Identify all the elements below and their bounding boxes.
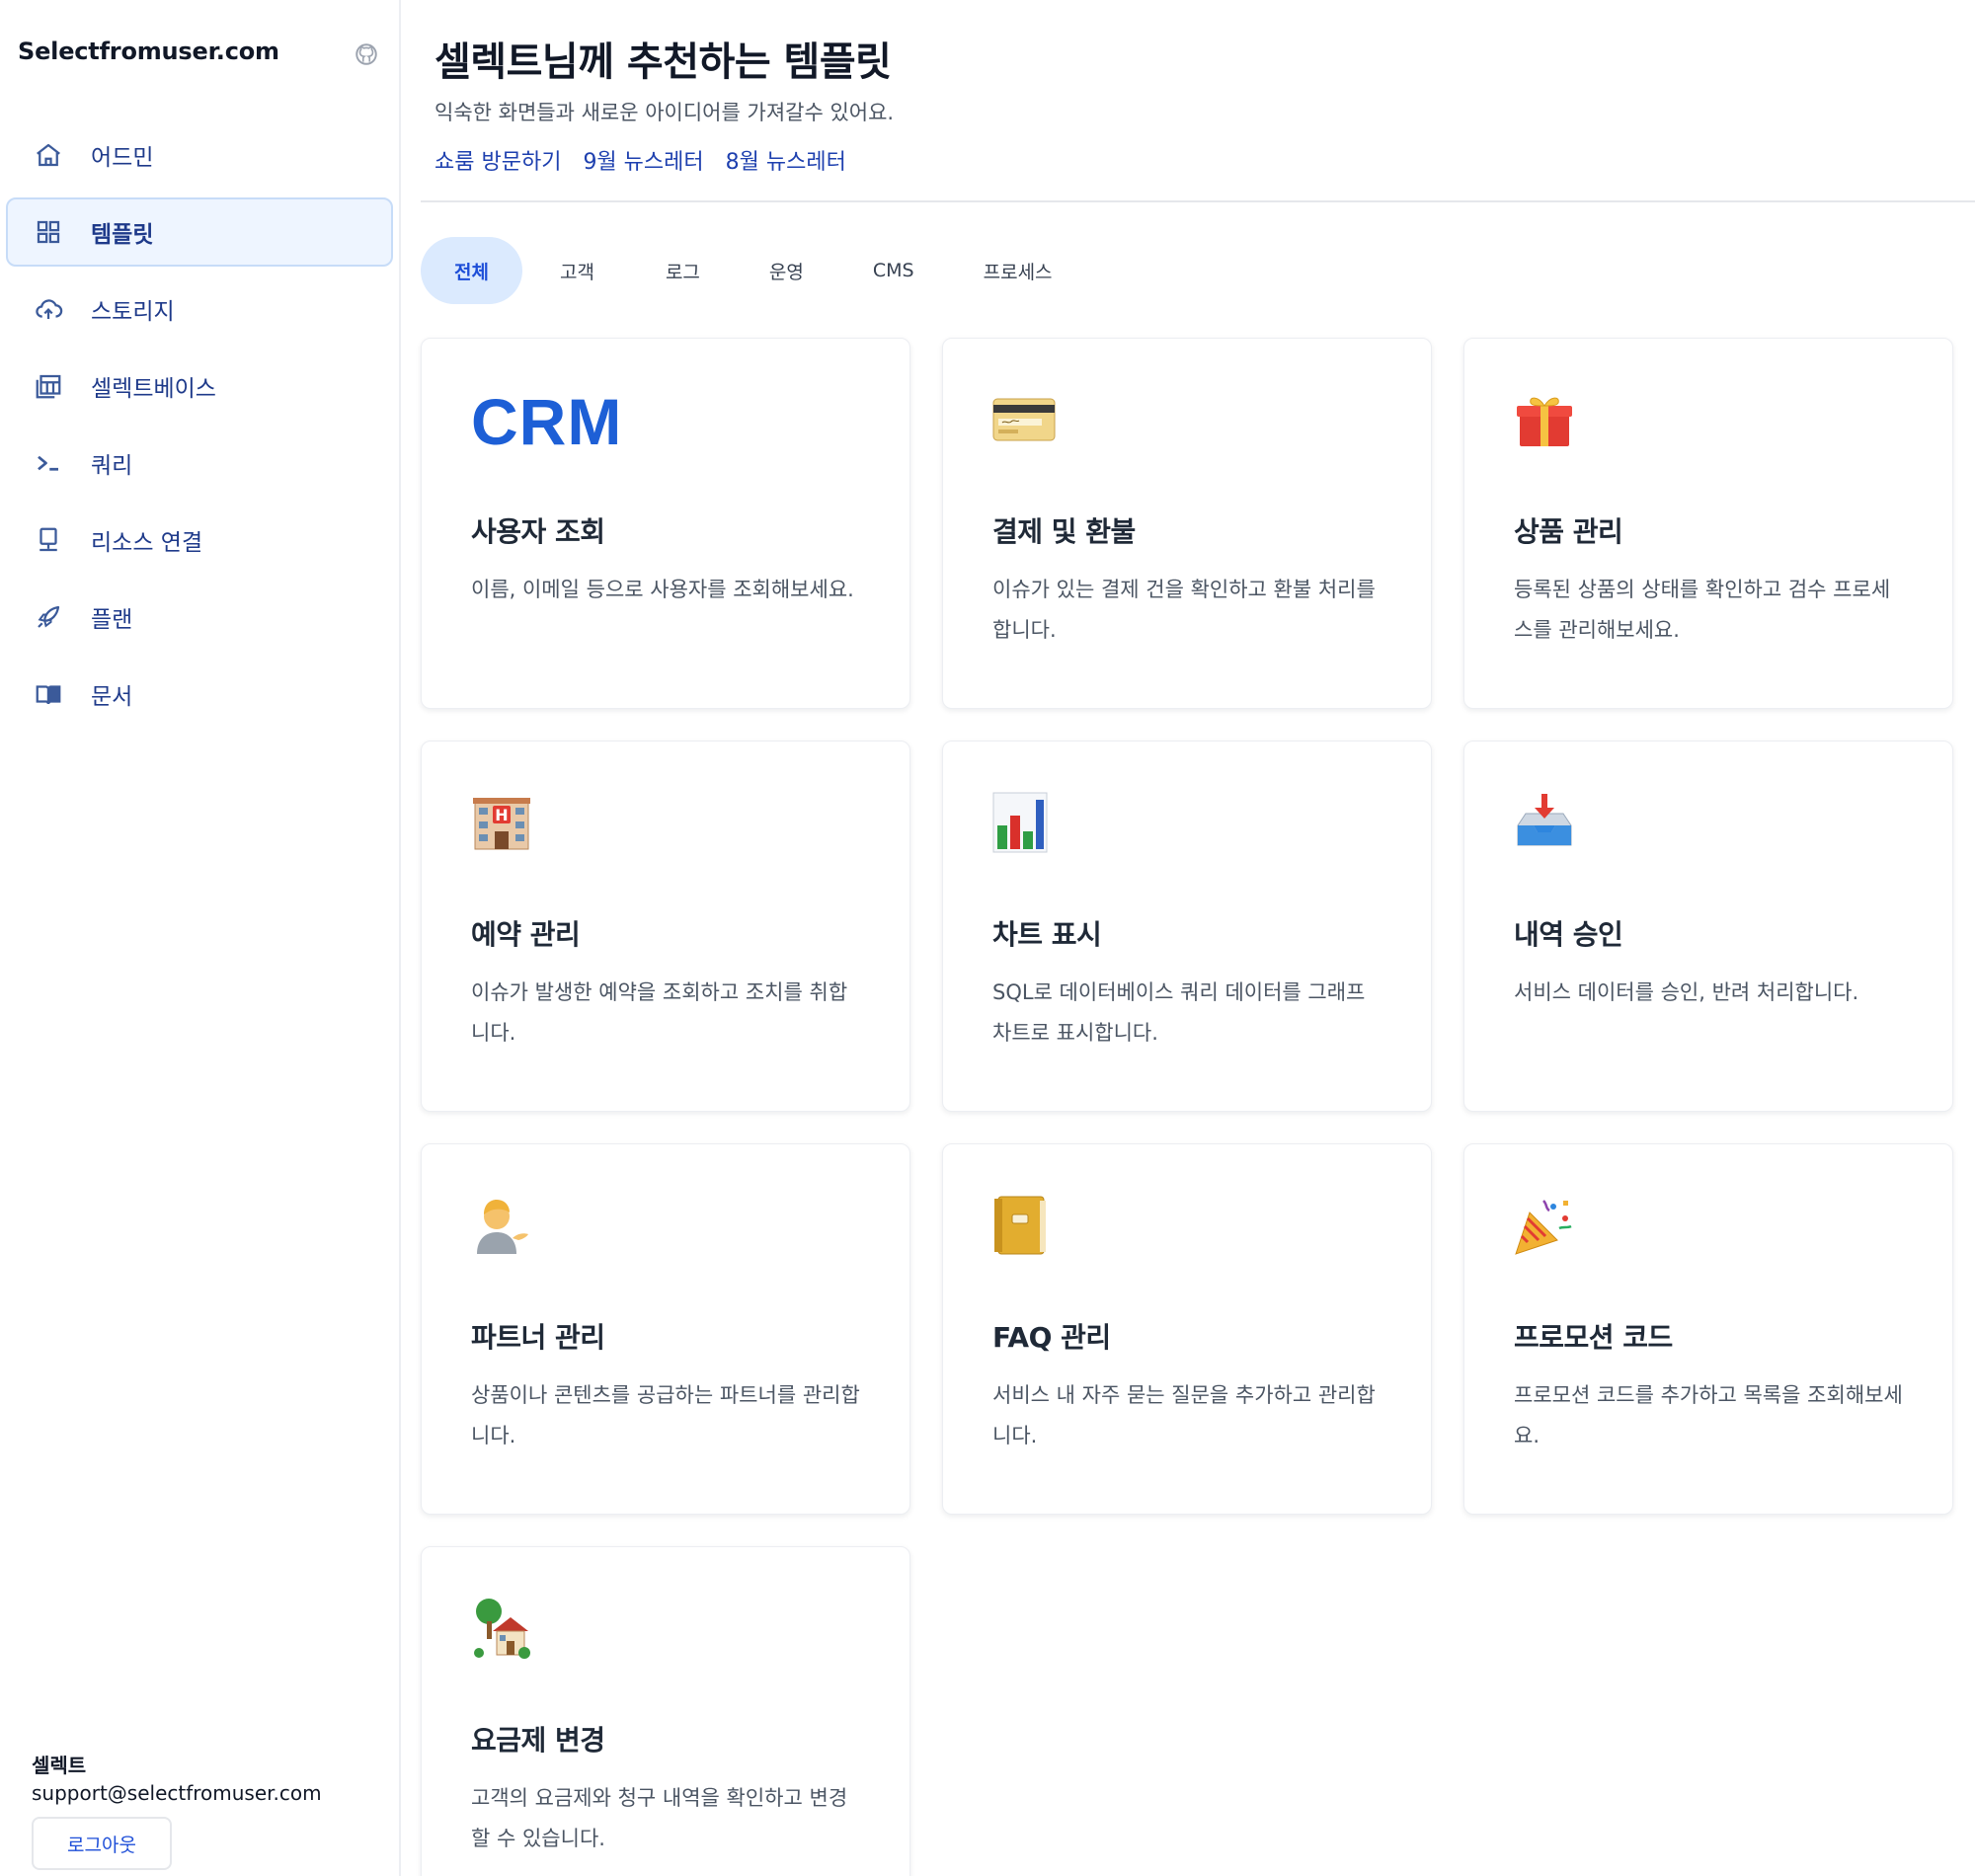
card-title: FAQ 관리 [992,1321,1111,1354]
card-description: 서비스 데이터를 승인, 반려 처리합니다. [1514,980,1859,1004]
sidebar-item-label: 셀렉트베이스 [91,376,216,402]
page-subtitle: 익숙한 화면들과 새로운 아이디어를 가져갈수 있어요. [434,101,895,124]
sidebar: Selectfromuser.com 어드민 템플릿 스토리지 셀렉트베이스 쿼… [0,0,401,1876]
inbox-tray-icon [1514,792,1575,857]
sidebar-item-templates[interactable]: 템플릿 [6,197,393,267]
terminal-icon [34,448,63,478]
sidebar-item-docs[interactable]: 문서 [6,660,393,729]
svg-text:H: H [495,806,508,824]
card-title: 파트너 관리 [471,1321,605,1354]
sidebar-item-resources[interactable]: 리소스 연결 [6,506,393,575]
card-title: 상품 관리 [1514,515,1623,548]
link-september-newsletter[interactable]: 9월 뉴스레터 [583,144,703,176]
card-description: 등록된 상품의 상태를 확인하고 검수 프로세스를 관리해보세요. [1514,578,1891,642]
sidebar-item-label: 스토리지 [91,299,175,325]
template-card-user-lookup[interactable]: CRM 사용자 조회 이름, 이메일 등으로 사용자를 조회해보세요. [421,338,910,709]
home-icon [34,140,63,170]
monitor-icon [34,525,63,555]
hotel-icon: H [471,792,532,857]
page-title: 셀렉트님께 추천하는 템플릿 [434,39,892,85]
logout-button[interactable]: 로그아웃 [32,1817,172,1870]
sidebar-item-plan[interactable]: 플랜 [6,583,393,652]
credit-card-icon [992,398,1056,445]
link-showroom[interactable]: 쇼룸 방문하기 [434,144,561,176]
account-email: support@selectfromuser.com [32,1781,322,1805]
sidebar-nav: 어드민 템플릿 스토리지 셀렉트베이스 쿼리 리소스 연결 플랜 문서 [6,120,393,737]
card-title: 프로모션 코드 [1514,1321,1673,1354]
brand-logo-text[interactable]: Selectfromuser.com [18,38,279,65]
template-grid: CRM 사용자 조회 이름, 이메일 등으로 사용자를 조회해보세요. 결제 및… [421,338,1957,1876]
grid-icon [34,217,63,247]
template-card-plan-change[interactable]: 요금제 변경 고객의 요금제와 청구 내역을 확인하고 변경할 수 있습니다. [421,1546,910,1876]
card-description: 프로모션 코드를 추가하고 목록을 조회해보세요. [1514,1383,1903,1447]
tab-all[interactable]: 전체 [421,237,522,304]
card-title: 요금제 변경 [471,1724,605,1757]
template-card-payment-refund[interactable]: 결제 및 환불 이슈가 있는 결제 건을 확인하고 환불 처리를 합니다. [942,338,1432,709]
party-popper-icon [1514,1195,1575,1260]
rocket-icon [34,602,63,632]
sidebar-item-label: 리소스 연결 [91,530,203,556]
tab-log[interactable]: 로그 [632,237,734,304]
cloud-upload-icon [34,294,63,324]
sidebar-item-storage[interactable]: 스토리지 [6,274,393,344]
category-tabs: 전체 고객 로그 운영 CMS 프로세스 [421,237,1088,304]
card-description: SQL로 데이터베이스 쿼리 데이터를 그래프 차트로 표시합니다. [992,980,1366,1045]
crm-text: CRM [471,385,623,458]
sidebar-item-label: 문서 [91,684,133,710]
main-content: 셀렉트님께 추천하는 템플릿 익숙한 화면들과 새로운 아이디어를 가져갈수 있… [401,0,1975,1876]
house-with-garden-icon [471,1598,532,1663]
link-august-newsletter[interactable]: 8월 뉴스레터 [726,144,846,176]
template-card-faq[interactable]: FAQ 관리 서비스 내 자주 묻는 질문을 추가하고 관리합니다. [942,1143,1432,1515]
sidebar-item-label: 템플릿 [91,222,154,248]
tab-cms[interactable]: CMS [839,237,948,304]
sidebar-item-selectbase[interactable]: 셀렉트베이스 [6,352,393,421]
card-title: 차트 표시 [992,918,1102,951]
card-title: 결제 및 환불 [992,515,1136,548]
template-card-reservation[interactable]: H 예약 관리 이슈가 발생한 예약을 조회하고 조치를 취합니다. [421,741,910,1112]
sidebar-item-label: 플랜 [91,607,133,633]
github-icon[interactable] [354,41,379,67]
card-description: 상품이나 콘텐츠를 공급하는 파트너를 관리합니다. [471,1383,860,1447]
tab-operation[interactable]: 운영 [736,237,837,304]
template-card-promotion[interactable]: 프로모션 코드 프로모션 코드를 추가하고 목록을 조회해보세요. [1463,1143,1953,1515]
quick-links: 쇼룸 방문하기 9월 뉴스레터 8월 뉴스레터 [434,144,846,176]
card-title: 내역 승인 [1514,918,1623,951]
card-description: 고객의 요금제와 청구 내역을 확인하고 변경할 수 있습니다. [471,1786,848,1850]
template-card-partner[interactable]: 파트너 관리 상품이나 콘텐츠를 공급하는 파트너를 관리합니다. [421,1143,910,1515]
card-title: 예약 관리 [471,918,581,951]
sidebar-item-label: 쿼리 [91,453,133,479]
bar-chart-icon [992,792,1048,857]
notebook-icon [992,1195,1048,1260]
table-icon [34,371,63,401]
book-icon [34,679,63,709]
person-tipping-hand-icon [471,1195,532,1260]
sidebar-item-label: 어드민 [91,145,154,171]
divider [421,200,1975,202]
template-card-approval[interactable]: 내역 승인 서비스 데이터를 승인, 반려 처리합니다. [1463,741,1953,1112]
account-name: 셀렉트 [32,1754,87,1777]
card-description: 이슈가 발생한 예약을 조회하고 조치를 취합니다. [471,980,848,1045]
card-description: 서비스 내 자주 묻는 질문을 추가하고 관리합니다. [992,1383,1376,1447]
card-title: 사용자 조회 [471,515,605,548]
sidebar-item-admin[interactable]: 어드민 [6,120,393,190]
tab-process[interactable]: 프로세스 [950,237,1086,304]
sidebar-item-query[interactable]: 쿼리 [6,429,393,498]
template-card-chart[interactable]: 차트 표시 SQL로 데이터베이스 쿼리 데이터를 그래프 차트로 표시합니다. [942,741,1432,1112]
card-description: 이름, 이메일 등으로 사용자를 조회해보세요. [471,578,854,601]
tab-customer[interactable]: 고객 [524,237,630,304]
card-description: 이슈가 있는 결제 건을 확인하고 환불 처리를 합니다. [992,578,1376,642]
gift-icon [1514,389,1575,454]
template-card-product-management[interactable]: 상품 관리 등록된 상품의 상태를 확인하고 검수 프로세스를 관리해보세요. [1463,338,1953,709]
